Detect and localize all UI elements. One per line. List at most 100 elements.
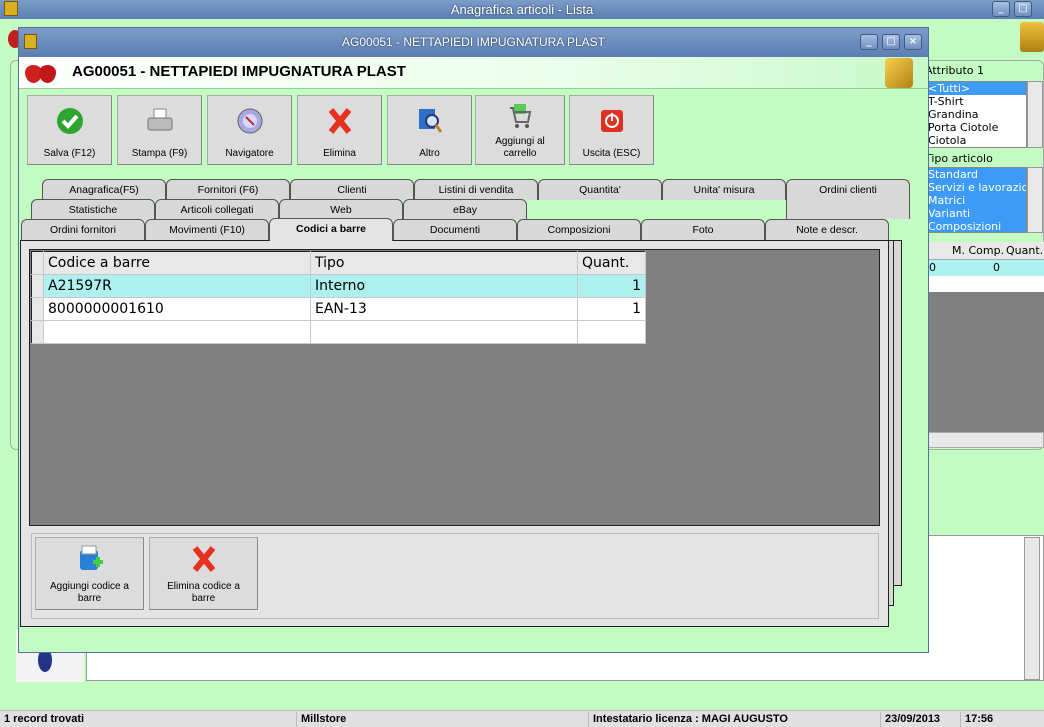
save-label: Salva (F12) (43, 148, 96, 159)
tipo-item[interactable]: Standard (926, 168, 1026, 181)
table-row-empty[interactable] (31, 320, 646, 344)
notes-scrollbar[interactable] (1024, 537, 1040, 680)
tab-quantita[interactable]: Quantita' (538, 179, 662, 200)
cell-type[interactable]: Interno (310, 274, 578, 298)
outer-maximize-button[interactable]: □ (1014, 1, 1032, 17)
background-grid-row[interactable]: 0 0 (928, 260, 1044, 276)
attributo-item[interactable]: Grandina (926, 108, 1026, 121)
attributo-item[interactable]: T-Shirt (926, 95, 1026, 108)
tab-ebay[interactable]: eBay (403, 199, 527, 220)
delete-button[interactable]: Elimina (297, 95, 382, 165)
column-header-qty[interactable]: Quant. (577, 251, 646, 275)
add-to-cart-button[interactable]: Aggiungi al carrello (475, 95, 565, 165)
column-header-code[interactable]: Codice a barre (43, 251, 311, 275)
more-label: Altro (419, 148, 440, 159)
status-time: 17:56 (960, 712, 1020, 727)
app-icon (4, 1, 18, 16)
delete-x-icon (192, 546, 215, 572)
tipo-item[interactable]: Matrici (926, 194, 1026, 207)
tab-anagrafica[interactable]: Anagrafica(F5) (42, 179, 166, 200)
compass-icon (237, 108, 262, 134)
cell-code[interactable]: 8000000001610 (43, 297, 311, 321)
tab-statistiche[interactable]: Statistiche (31, 199, 155, 220)
cell-code[interactable]: A21597R (43, 274, 311, 298)
tab-articoli-collegati[interactable]: Articoli collegati (155, 199, 279, 220)
tab-clienti[interactable]: Clienti (290, 179, 414, 200)
window-header: AG00051 - NETTAPIEDI IMPUGNATURA PLAST (19, 57, 928, 89)
status-company: Millstore (296, 712, 586, 727)
outer-window-title: Anagrafica articoli - Lista (450, 2, 594, 17)
close-button[interactable]: × (904, 34, 922, 50)
delete-barcode-button[interactable]: Elimina codice a barre (149, 537, 258, 610)
tab-composizioni[interactable]: Composizioni (517, 219, 641, 240)
status-records: 1 record trovati (4, 713, 85, 725)
tipo-item[interactable]: Composizioni (926, 220, 1026, 233)
print-label: Stampa (F9) (131, 148, 188, 159)
table-row[interactable]: A21597R Interno 1 (31, 274, 646, 298)
tab-unita-misura[interactable]: Unita' misura (662, 179, 786, 200)
barcode-grid-area: Codice a barre Tipo Quant. A21597R Inter… (29, 249, 880, 526)
check-icon (56, 108, 83, 134)
attributo-label: Attributo 1 (925, 64, 985, 77)
attributo-scrollbar[interactable] (1027, 81, 1043, 148)
attributo-item[interactable]: <Tutti> (926, 82, 1026, 95)
grid-cell-mcomp: 0 (993, 261, 1000, 274)
tipo-articolo-label: Tipo articolo (925, 152, 993, 165)
tipo-item[interactable]: Servizi e lavorazioni (926, 181, 1026, 194)
cell-qty[interactable]: 1 (577, 297, 646, 321)
magnifier-icon (418, 109, 442, 133)
navigator-label: Navigatore (225, 148, 274, 159)
table-row[interactable]: 8000000001610 EAN-13 1 (31, 297, 646, 321)
tab-fornitori[interactable]: Fornitori (F6) (166, 179, 290, 200)
outer-title-bar: Anagrafica articoli - Lista (0, 0, 1044, 19)
tab-ordini-fornitori[interactable]: Ordini fornitori (21, 219, 145, 240)
column-header-type[interactable]: Tipo (310, 251, 578, 275)
tipo-articolo-list[interactable]: Standard Servizi e lavorazioni Matrici V… (925, 167, 1027, 233)
attributo-item[interactable]: Ciotola (926, 134, 1026, 147)
tipo-scrollbar[interactable] (1027, 167, 1043, 233)
delete-label: Elimina (323, 148, 356, 159)
add-barcode-label: Aggiungi codice a barre (50, 581, 129, 604)
tab-movimenti[interactable]: Movimenti (F10) (145, 219, 269, 240)
delete-barcode-label: Elimina codice a barre (167, 581, 240, 604)
background-hscroll[interactable] (928, 432, 1044, 448)
save-button[interactable]: Salva (F12) (27, 95, 112, 165)
status-date: 23/09/2013 (880, 712, 958, 727)
minimize-button[interactable]: _ (860, 34, 878, 50)
power-icon (600, 110, 623, 132)
printer-icon (147, 108, 172, 131)
exit-button[interactable]: Uscita (ESC) (569, 95, 654, 165)
add-barcode-button[interactable]: Aggiungi codice a barre (35, 537, 144, 610)
print-button[interactable]: Stampa (F9) (117, 95, 202, 165)
cart-icon (510, 104, 532, 128)
grid-cell: 0 (929, 261, 936, 274)
exit-label: Uscita (ESC) (582, 148, 641, 159)
tab-listini[interactable]: Listini di vendita (414, 179, 538, 200)
grid-header-mcomp[interactable]: M. Comp. (952, 242, 1004, 260)
tab-panel-codici: Codice a barre Tipo Quant. A21597R Inter… (20, 240, 889, 627)
tab-ordini-clienti[interactable]: Ordini clienti (786, 179, 910, 219)
tab-codici-a-barre[interactable]: Codici a barre (269, 218, 393, 241)
tab-foto[interactable]: Foto (641, 219, 765, 240)
attributo-list[interactable]: <Tutti> T-Shirt Grandina Porta Ciotole C… (925, 81, 1027, 148)
strawberry-icon (25, 63, 59, 83)
background-box-icon (1020, 22, 1044, 52)
more-button[interactable]: Altro (387, 95, 472, 165)
attributo-item[interactable]: Porta Ciotole (926, 121, 1026, 134)
delete-x-icon (328, 108, 351, 134)
cell-qty[interactable]: 1 (577, 274, 646, 298)
tab-documenti[interactable]: Documenti (393, 219, 517, 240)
outer-minimize-button[interactable]: _ (992, 1, 1010, 17)
maximize-button[interactable]: □ (882, 34, 900, 50)
add-barcode-icon (79, 545, 103, 570)
tipo-item[interactable]: Varianti (926, 207, 1026, 220)
tab-web[interactable]: Web (279, 199, 403, 220)
tab-note[interactable]: Note e descr. (765, 219, 889, 240)
navigator-button[interactable]: Navigatore (207, 95, 292, 165)
background-grid: M. Comp. Quant.. 0 0 (928, 242, 1044, 432)
grid-header-quant[interactable]: Quant.. (1006, 242, 1044, 260)
window-icon (24, 34, 37, 49)
cell-type[interactable]: EAN-13 (310, 297, 578, 321)
window-header-title: AG00051 - NETTAPIEDI IMPUGNATURA PLAST (72, 63, 406, 80)
window-title: AG00051 - NETTAPIEDI IMPUGNATURA PLAST (342, 35, 605, 49)
